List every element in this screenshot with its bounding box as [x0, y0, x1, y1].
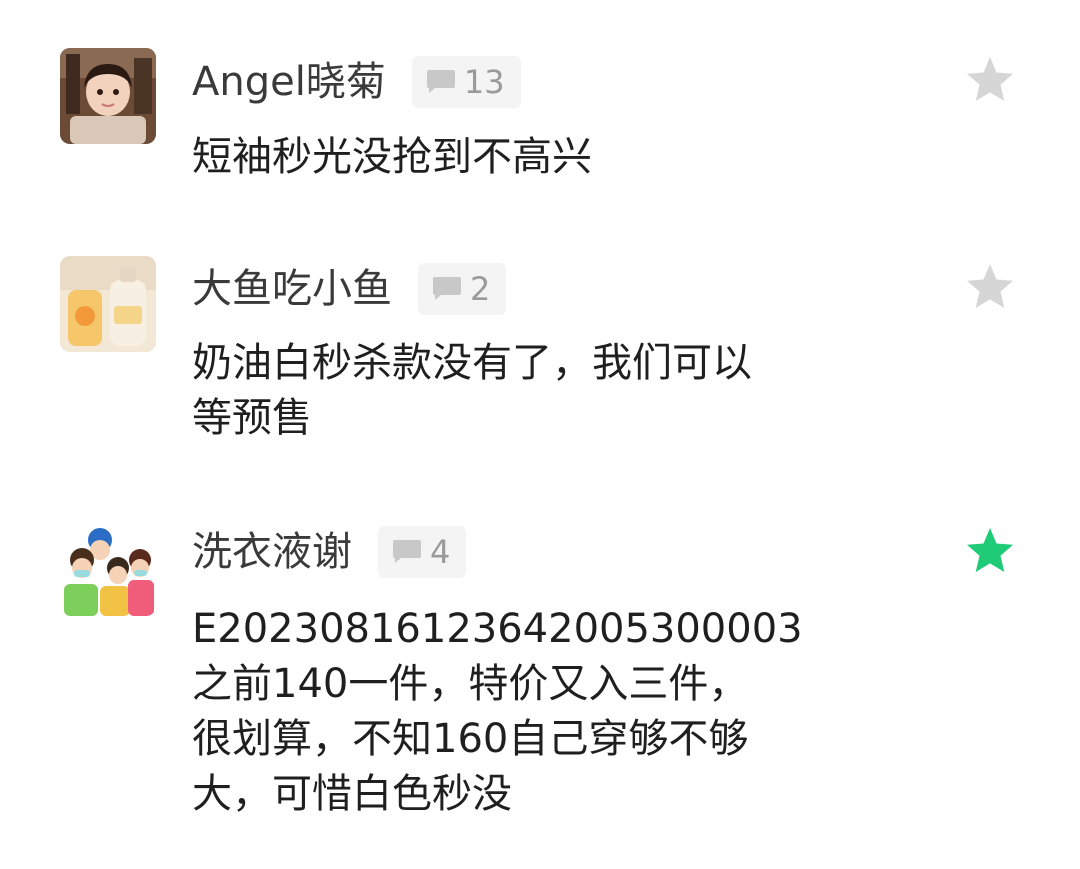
author-name[interactable]: 大鱼吃小鱼 — [192, 261, 392, 317]
reply-count: 4 — [430, 533, 451, 571]
star-icon — [967, 528, 1013, 572]
comment-text-line: 大，可惜白色秒没 — [192, 771, 512, 817]
reply-count-badge[interactable]: 2 — [418, 263, 507, 315]
comment-bubble-icon — [393, 540, 421, 563]
comment-text-line: 之前140一件，特价又入三件， — [192, 661, 749, 707]
star-icon — [967, 57, 1013, 101]
comment-text-line: 短袖秒光没抢到不高兴 — [192, 134, 592, 180]
comment-text: E20230816123642005300003 之前140一件，特价又入三件，… — [192, 602, 952, 822]
reply-count: 2 — [470, 270, 491, 308]
author-name[interactable]: 洗衣液谢 — [192, 524, 352, 580]
author-name[interactable]: Angel晓菊 — [192, 54, 386, 110]
user-avatar[interactable] — [60, 256, 156, 352]
comment-text-line: 很划算，不知160自己穿够不够 — [192, 716, 749, 762]
comment-text-line: E20230816123642005300003 — [192, 606, 803, 652]
comment-bubble-icon — [426, 70, 455, 93]
user-avatar[interactable] — [60, 48, 156, 144]
comment-text-line: 等预售 — [192, 395, 312, 441]
reply-count-badge[interactable]: 4 — [378, 526, 467, 578]
comment-header: 洗衣液谢 4 — [192, 524, 467, 580]
favorite-star-button[interactable] — [964, 525, 1016, 577]
star-icon — [967, 264, 1013, 308]
comment-header: Angel晓菊 13 — [192, 54, 521, 110]
favorite-star-button[interactable] — [964, 54, 1016, 106]
comment-text-line: 奶油白秒杀款没有了，我们可以 — [192, 340, 752, 386]
reply-count-badge[interactable]: 13 — [411, 56, 521, 108]
user-avatar[interactable] — [60, 520, 156, 616]
favorite-star-button[interactable] — [964, 261, 1016, 313]
reply-count: 13 — [463, 63, 505, 101]
comment-text: 短袖秒光没抢到不高兴 — [192, 130, 952, 185]
comment-header: 大鱼吃小鱼 2 — [192, 261, 507, 317]
comment-bubble-icon — [433, 277, 461, 300]
comment-text: 奶油白秒杀款没有了，我们可以 等预售 — [192, 336, 952, 446]
